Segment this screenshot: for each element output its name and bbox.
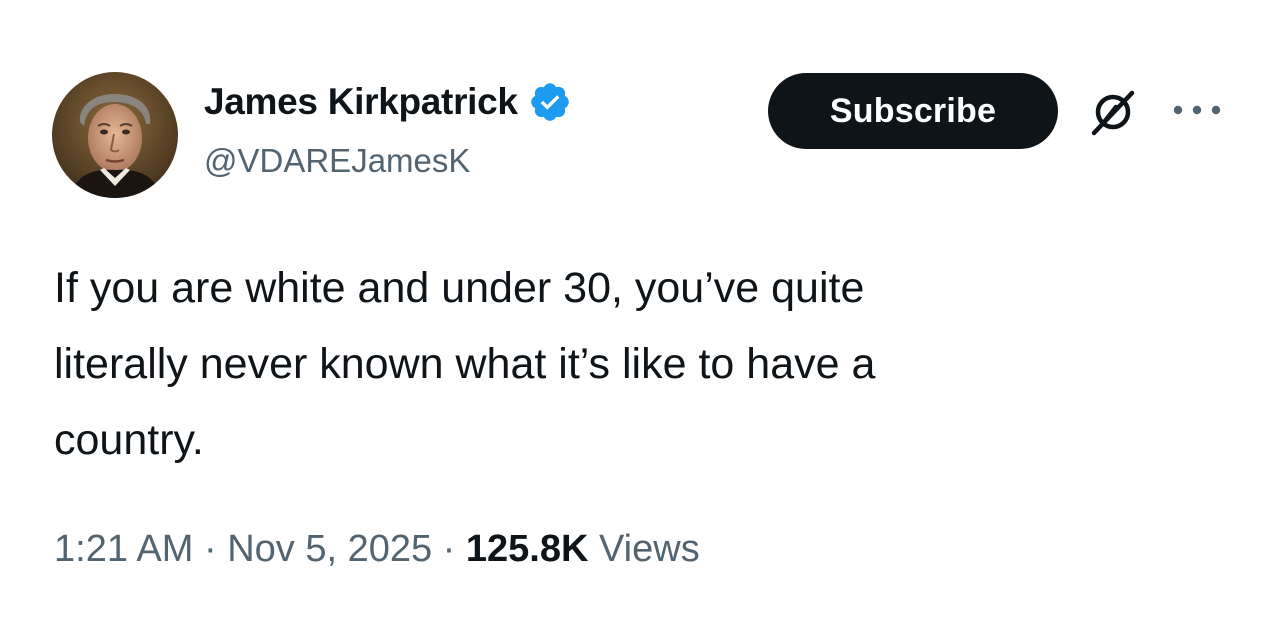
author-handle[interactable]: @VDAREJamesK — [204, 142, 470, 180]
more-dots-icon[interactable] — [1170, 100, 1224, 120]
views-label: Views — [599, 528, 700, 570]
tweet-meta: 1:21 AM · Nov 5, 2025 · 125.8K Views — [54, 528, 700, 571]
views-count: 125.8K — [465, 528, 589, 570]
meta-separator: · — [193, 528, 228, 570]
tweet-text-line: country. — [54, 416, 204, 464]
tweet-text-line: literally never known what it’s like to … — [54, 340, 876, 388]
tweet-time[interactable]: 1:21 AM — [54, 528, 193, 570]
author-name-row[interactable]: James Kirkpatrick — [204, 78, 572, 126]
verified-badge-icon — [530, 83, 569, 121]
tweet-text-line: If you are white and under 30, you’ve qu… — [54, 264, 865, 312]
avatar[interactable] — [52, 72, 178, 198]
portrait-avatar-icon — [52, 72, 178, 198]
display-name[interactable]: James Kirkpatrick — [204, 81, 518, 123]
meta-separator: · — [432, 528, 466, 570]
tweet-text: If you are white and under 30, you’ve qu… — [54, 250, 1204, 478]
grok-slash-icon[interactable] — [1086, 85, 1140, 139]
subscribe-button[interactable]: Subscribe — [768, 73, 1058, 149]
tweet-date[interactable]: Nov 5, 2025 — [227, 528, 432, 570]
